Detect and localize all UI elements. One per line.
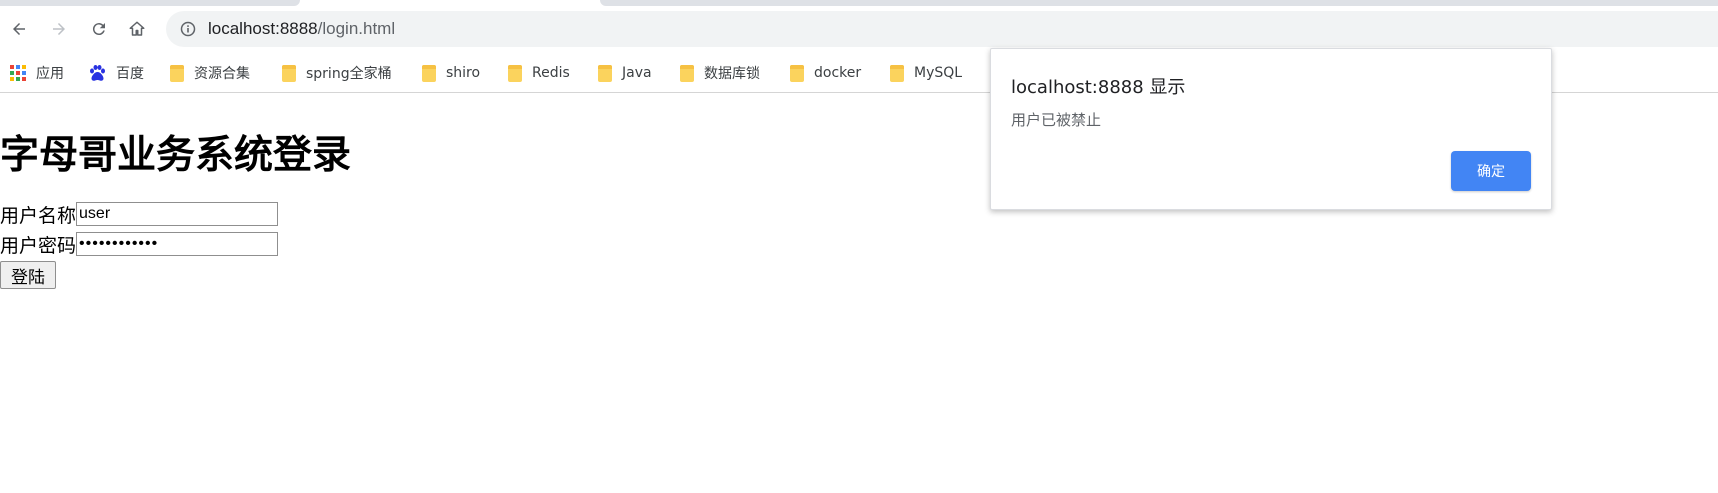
bookmark-folder[interactable]: Redis [508,61,570,85]
username-label: 用户名称 [0,204,77,227]
bookmark-label: 资源合集 [194,66,250,82]
home-icon [129,21,145,36]
password-row: 用户密码 [0,230,279,258]
alert-title: localhost:8888 显示 [1011,77,1186,98]
url-text[interactable]: localhost:8888/login.html [208,19,395,39]
bookmark-label: spring全家桶 [306,66,392,82]
browser-toolbar: localhost:8888/login.html [0,8,1718,52]
bookmark-folder[interactable]: Java [598,61,652,85]
arrow-left-icon [13,23,25,35]
bookmark-folder[interactable]: 资源合集 [170,61,250,85]
info-icon[interactable] [180,21,196,37]
page-title: 字母哥业务系统登录 [0,133,352,178]
bookmark-label: docker [814,65,862,81]
home-button[interactable] [122,14,152,44]
login-button[interactable]: 登陆 [0,261,56,289]
bookmark-folder[interactable]: 数据库锁 [680,61,760,85]
reload-icon [92,23,105,36]
bookmark-label: shiro [446,65,481,81]
bookmark-baidu[interactable]: 百度 [88,61,144,85]
bookmark-label: Java [622,65,652,81]
folder-icon [598,64,612,82]
bookmark-label: 应用 [36,66,64,82]
bookmark-folder[interactable]: docker [790,61,861,85]
username-row: 用户名称 [0,200,279,228]
bookmark-apps[interactable]: 应用 [10,61,64,85]
address-bar[interactable]: localhost:8888/login.html [166,11,1718,47]
alert-message: 用户已被禁止 [1011,111,1102,129]
username-input[interactable] [76,202,279,226]
bookmark-label: 数据库锁 [704,66,760,82]
forward-button[interactable] [44,14,74,44]
back-button[interactable] [4,14,34,44]
baidu-paw-icon [90,65,105,81]
arrow-right-icon [53,23,65,35]
folder-icon [508,64,522,82]
bookmark-label: MySQL [914,65,963,81]
alert-dialog: localhost:8888 显示 用户已被禁止 确定 [990,48,1552,210]
url-host: localhost:8888 [208,19,318,38]
folder-icon [170,64,184,82]
apps-grid-icon [10,65,26,81]
bookmark-label: Redis [532,65,570,81]
password-input[interactable] [76,232,279,256]
ok-button[interactable]: 确定 [1451,151,1531,191]
active-tab-edge[interactable] [0,0,300,6]
tab-strip [0,0,1718,6]
folder-icon [422,64,436,82]
bookmark-folder[interactable]: shiro [422,61,480,85]
folder-icon [680,64,694,82]
folder-icon [890,64,904,82]
password-label: 用户密码 [0,234,77,257]
bookmark-folder[interactable]: MySQL [890,61,962,85]
bookmark-folder[interactable]: spring全家桶 [282,61,392,85]
folder-icon [282,64,296,82]
bookmark-label: 百度 [116,66,144,82]
reload-button[interactable] [84,14,114,44]
inactive-tab-edge[interactable] [600,0,1718,6]
folder-icon [790,64,804,82]
url-path: /login.html [317,19,396,38]
